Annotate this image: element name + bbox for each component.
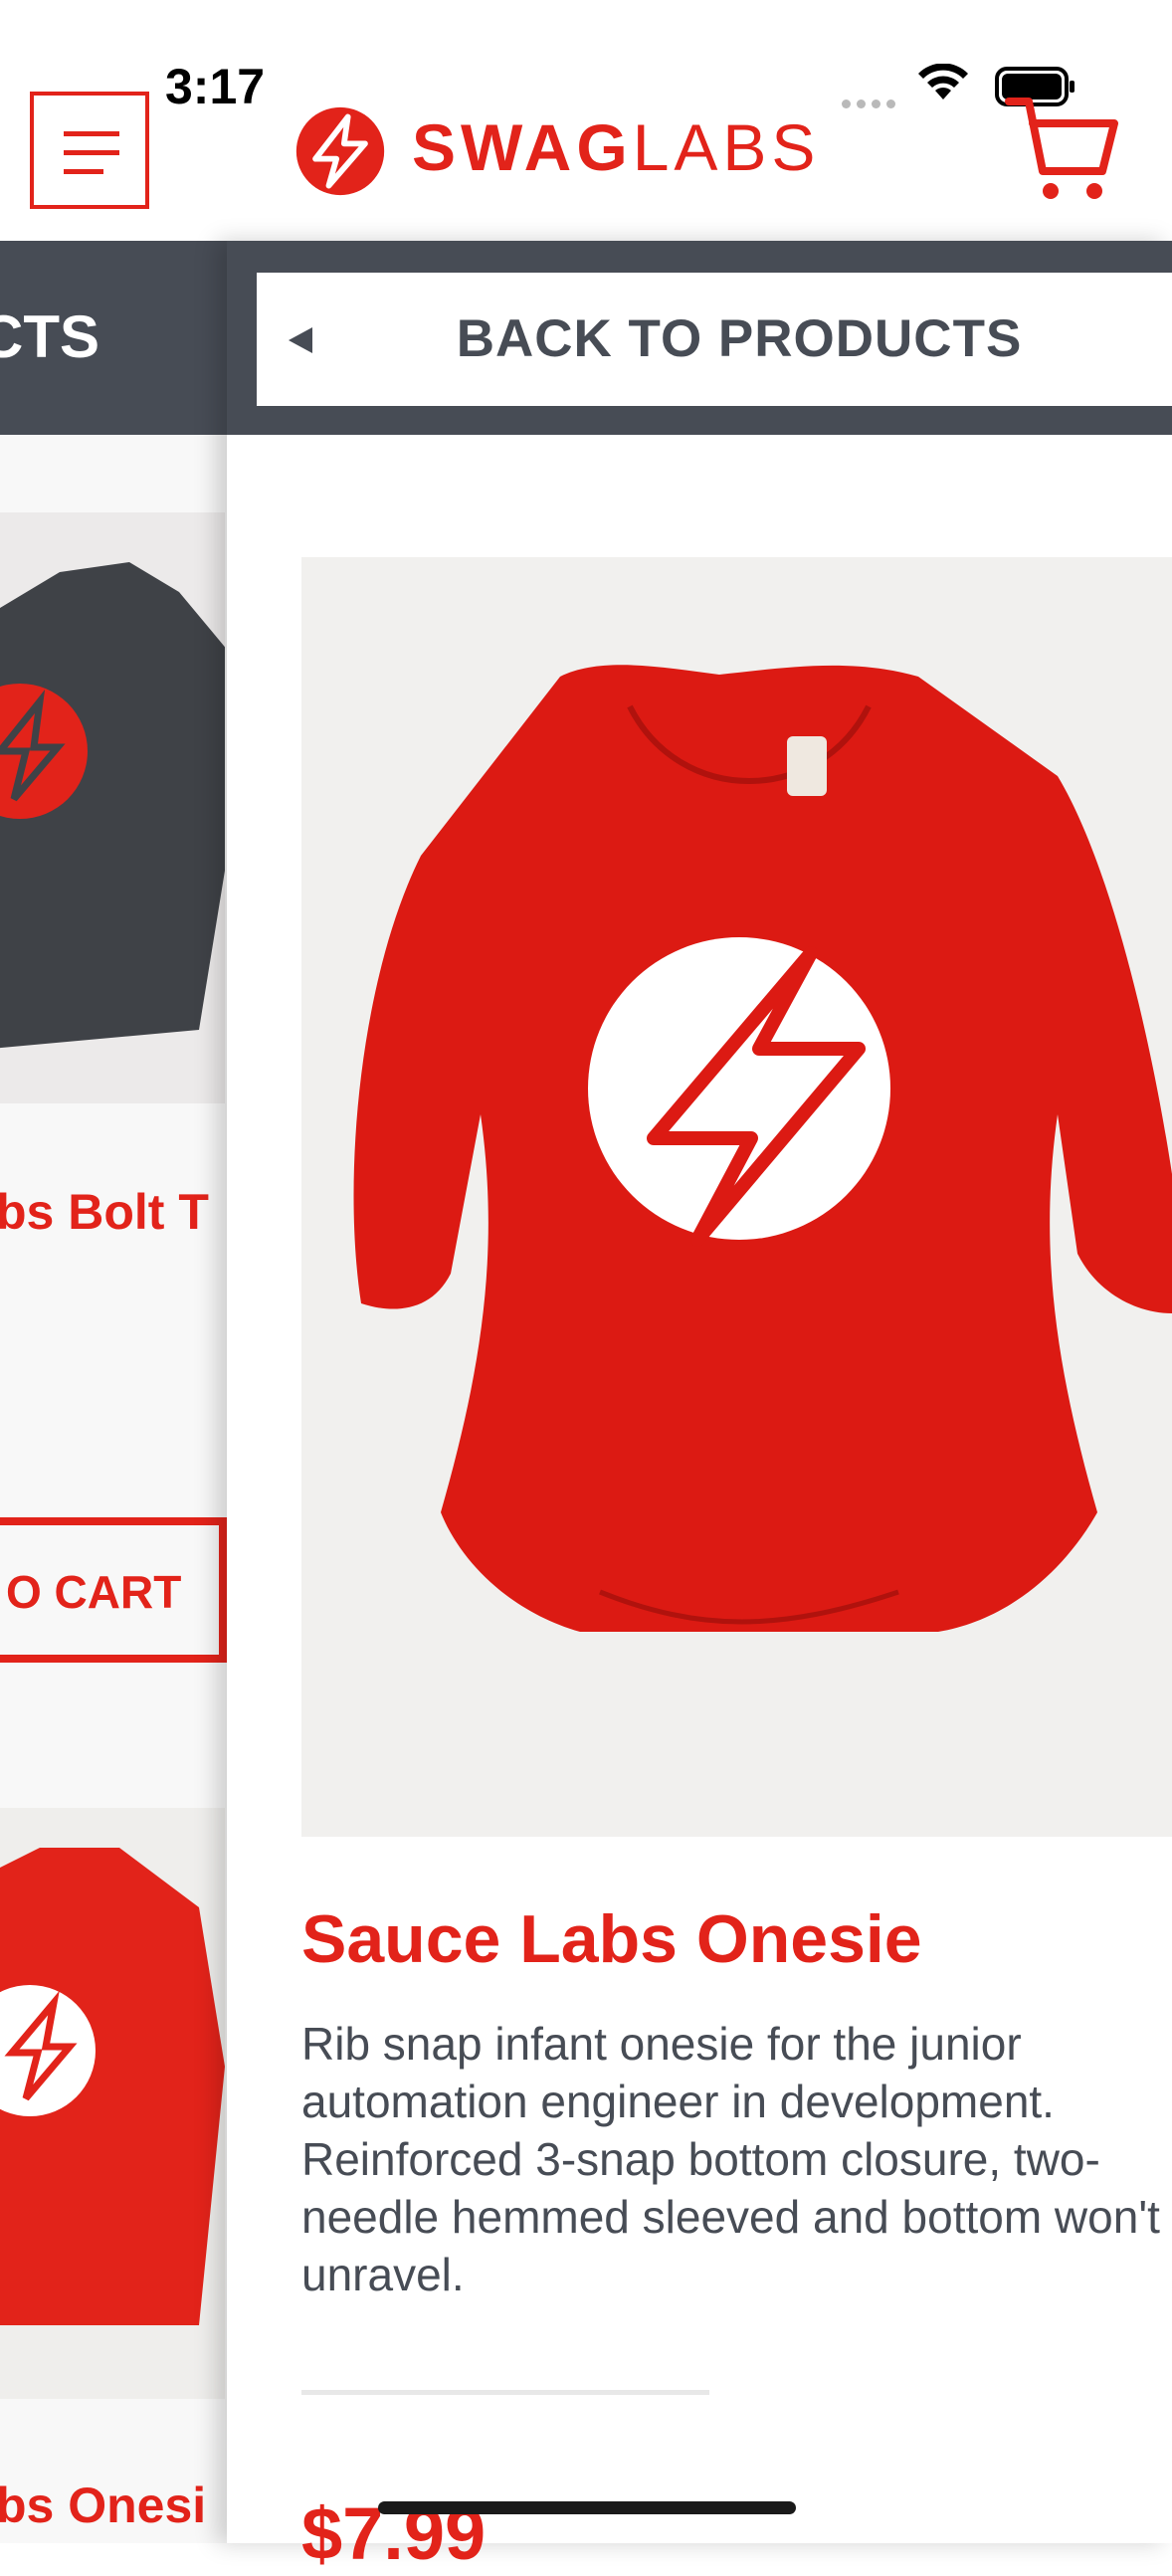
product-name: Sauce Labs Onesie [301, 1901, 922, 1977]
status-time: 3:17 [165, 59, 266, 114]
back-to-products-button[interactable]: BACK TO PRODUCTS [257, 273, 1172, 406]
detail-header-bar: BACK TO PRODUCTS [227, 241, 1172, 435]
wifi-icon [918, 64, 968, 99]
brand-title: SWAGLABS [412, 110, 821, 184]
product-image [301, 557, 1172, 1837]
description-line: Reinforced 3-snap bottom closure, two- [301, 2133, 1100, 2185]
description-line: automation engineer in development. [301, 2076, 1055, 2127]
product-name-bolt-tshirt[interactable]: bs Bolt T [0, 1183, 209, 1241]
description-line: unravel. [301, 2249, 465, 2300]
menu-button[interactable] [30, 92, 149, 209]
add-to-cart-label: O CART [6, 1566, 182, 1618]
description-line: Rib snap infant onesie for the junior [301, 2018, 1022, 2070]
cart-icon[interactable] [1005, 96, 1118, 205]
home-indicator[interactable] [378, 2501, 796, 2514]
product-image-bolt-tshirt[interactable] [0, 512, 225, 1103]
product-name-onesie[interactable]: bs Onesi [0, 2477, 206, 2534]
product-description: Rib snap infant onesie for the junior au… [301, 2015, 1172, 2303]
products-title: CTS [0, 303, 99, 370]
products-header-bar: CTS [0, 241, 227, 435]
product-list: bs Bolt T O CART bs Onesi [0, 435, 227, 2543]
back-to-products-label: BACK TO PRODUCTS [456, 309, 1023, 368]
product-image-onesie[interactable] [0, 1808, 225, 2399]
swag-labs-logo-icon [295, 106, 385, 196]
product-detail-panel: BACK TO PRODUCTS Sauce Labs Onesie Rib s… [227, 241, 1172, 2575]
cellular-signal-icon [842, 96, 901, 108]
description-line: needle hemmed sleeved and bottom won't [301, 2191, 1160, 2243]
divider [301, 2390, 709, 2395]
add-to-cart-button[interactable]: O CART [0, 1517, 227, 1663]
